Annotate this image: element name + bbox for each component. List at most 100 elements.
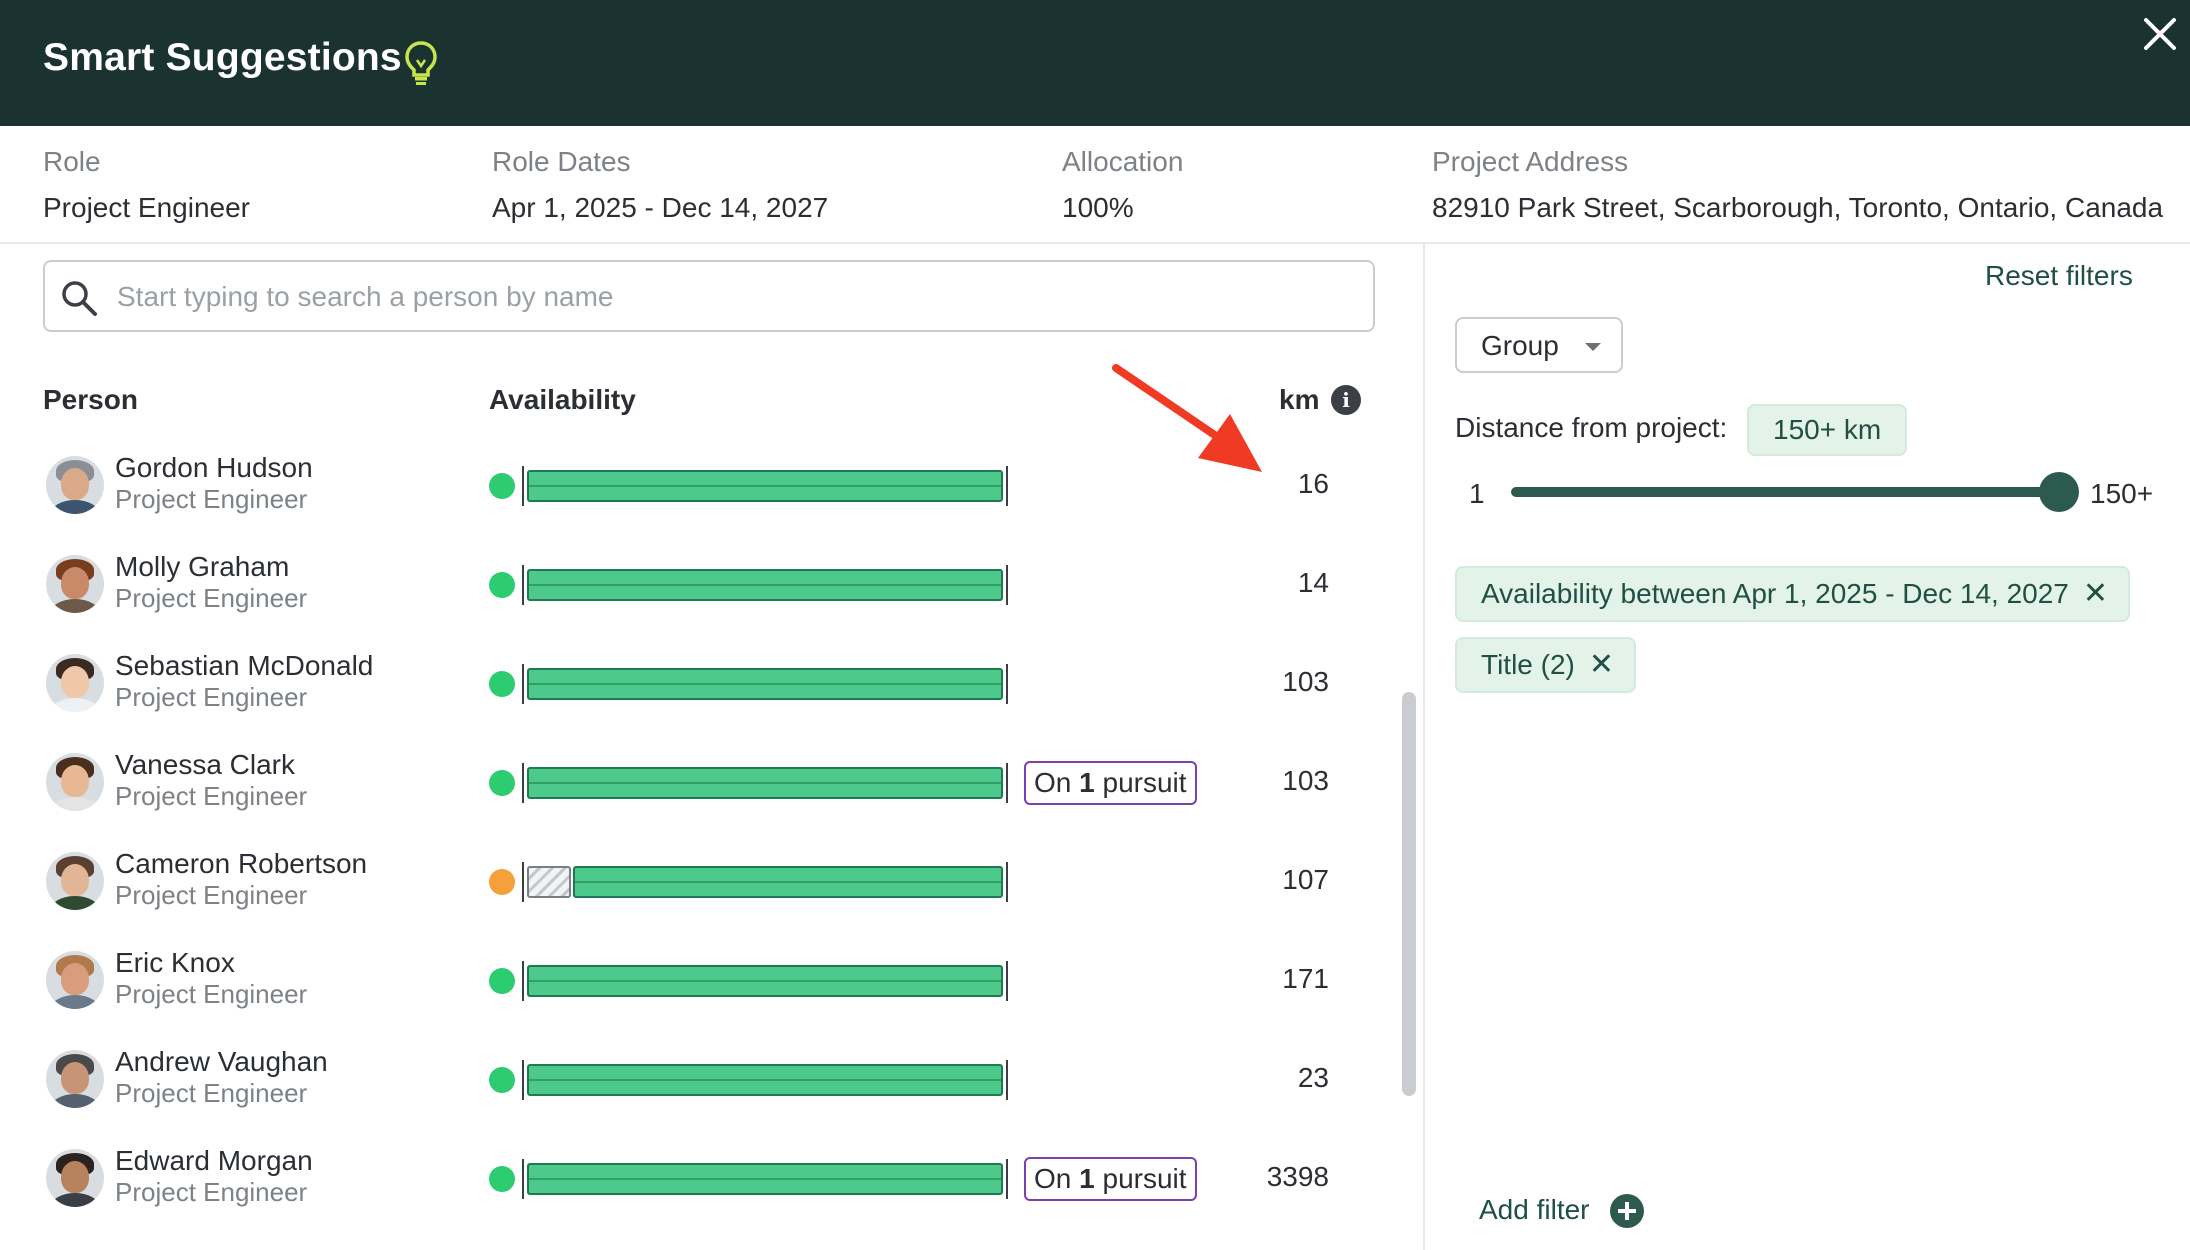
distance-km: 103 bbox=[1282, 666, 1329, 697]
person-name[interactable]: Eric Knox bbox=[115, 947, 235, 979]
project-address-value: 82910 Park Street, Scarborough, Toronto,… bbox=[1432, 192, 2164, 223]
people-panel: Person Availability km i Gordon HudsonPr… bbox=[0, 244, 1423, 1250]
avatar bbox=[46, 654, 104, 712]
distance-km: 107 bbox=[1282, 864, 1329, 895]
availability-status-dot bbox=[489, 770, 515, 796]
person-title: Project Engineer bbox=[115, 484, 308, 514]
availability-bar[interactable] bbox=[522, 466, 1008, 506]
project-address-label: Project Address bbox=[1432, 146, 1629, 177]
role-dates-label: Role Dates bbox=[492, 146, 631, 177]
person-name[interactable]: Molly Graham bbox=[115, 551, 289, 583]
group-dropdown[interactable]: Group bbox=[1455, 317, 1623, 373]
availability-bar[interactable] bbox=[522, 961, 1008, 1001]
distance-km: 14 bbox=[1297, 567, 1329, 598]
distance-slider-track[interactable] bbox=[1511, 487, 2059, 497]
distance-label: Distance from project: bbox=[1455, 412, 1728, 443]
distance-km: 23 bbox=[1297, 1062, 1329, 1093]
person-row[interactable]: Vanessa Clark Project Engineer On 1 pursui… bbox=[0, 731, 1400, 830]
avatar bbox=[46, 555, 104, 613]
project-address-field: Project Address 82910 Park Street, Scarb… bbox=[1432, 146, 2163, 224]
avatar bbox=[46, 1050, 104, 1108]
slider-min-label: 1 bbox=[1469, 478, 1485, 509]
km-column-header[interactable]: km bbox=[1279, 384, 1319, 416]
person-title: Project Engineer bbox=[115, 781, 308, 811]
availability-bar[interactable] bbox=[522, 1060, 1008, 1100]
avatar bbox=[46, 1149, 104, 1207]
title-filter-chip[interactable]: Title (2) ✕ bbox=[1455, 637, 1636, 693]
chevron-down-icon bbox=[1585, 343, 1601, 351]
availability-bar[interactable] bbox=[522, 664, 1008, 704]
role-dates-value: Apr 1, 2025 - Dec 14, 2027 bbox=[492, 192, 829, 223]
availability-status-dot bbox=[489, 1166, 515, 1192]
role-label: Role bbox=[43, 146, 101, 177]
allocation-label: Allocation bbox=[1062, 146, 1184, 177]
person-name[interactable]: Edward Morgan bbox=[115, 1145, 313, 1177]
person-name[interactable]: Gordon Hudson bbox=[115, 452, 313, 484]
distance-value-chip: 150+ km bbox=[1747, 404, 1908, 456]
availability-status-dot bbox=[489, 473, 515, 499]
availability-bar[interactable] bbox=[522, 862, 1008, 902]
unavailable-segment bbox=[527, 866, 571, 898]
avatar bbox=[46, 951, 104, 1009]
modal-title: Smart Suggestions bbox=[43, 36, 402, 79]
role-value: Project Engineer bbox=[43, 192, 251, 223]
avatar bbox=[46, 456, 104, 514]
role-info-bar: Role Project Engineer Role Dates Apr 1, … bbox=[0, 126, 2190, 244]
info-icon[interactable]: i bbox=[1331, 385, 1361, 415]
person-column-header[interactable]: Person bbox=[43, 384, 138, 416]
person-name[interactable]: Vanessa Clark bbox=[115, 749, 295, 781]
pursuit-badge[interactable]: On 1 pursuit bbox=[1024, 761, 1197, 805]
allocation-value: 100% bbox=[1062, 192, 1134, 223]
filters-panel: Reset filters Group Distance from projec… bbox=[1425, 244, 2190, 1250]
allocation-field: Allocation 100% bbox=[1062, 146, 1183, 224]
person-search[interactable] bbox=[43, 260, 1375, 332]
person-title: Project Engineer bbox=[115, 880, 308, 910]
availability-status-dot bbox=[489, 968, 515, 994]
person-title: Project Engineer bbox=[115, 1078, 308, 1108]
person-name[interactable]: Cameron Robertson bbox=[115, 848, 367, 880]
availability-status-dot bbox=[489, 1067, 515, 1093]
close-icon[interactable] bbox=[2142, 16, 2178, 52]
availability-filter-label: Availability between Apr 1, 2025 - Dec 1… bbox=[1481, 578, 2069, 609]
pursuit-badge[interactable]: On 1 pursuit bbox=[1024, 1157, 1197, 1201]
availability-status-dot bbox=[489, 671, 515, 697]
person-row[interactable]: Molly Graham Project Engineer 14 bbox=[0, 533, 1400, 632]
availability-bar[interactable] bbox=[522, 1159, 1008, 1199]
person-row[interactable]: Sebastian McDonald Project Engineer 103 bbox=[0, 632, 1400, 731]
slider-max-label: 150+ bbox=[2090, 478, 2154, 509]
role-dates-field: Role Dates Apr 1, 2025 - Dec 14, 2027 bbox=[492, 146, 828, 224]
person-row[interactable]: Cameron Robertson Project Engineer 107 bbox=[0, 830, 1400, 929]
search-icon bbox=[62, 281, 97, 316]
avatar bbox=[46, 753, 104, 811]
person-title: Project Engineer bbox=[115, 583, 308, 613]
person-name[interactable]: Andrew Vaughan bbox=[115, 1046, 328, 1078]
distance-km: 3398 bbox=[1266, 1161, 1329, 1192]
distance-km: 171 bbox=[1282, 963, 1329, 994]
person-row[interactable]: Edward Morgan Project Engineer On 1 pursui… bbox=[0, 1127, 1400, 1226]
availability-bar[interactable] bbox=[522, 565, 1008, 605]
search-input[interactable] bbox=[117, 274, 1357, 320]
person-name[interactable]: Sebastian McDonald bbox=[115, 650, 373, 682]
remove-filter-icon[interactable]: ✕ bbox=[1589, 639, 1614, 691]
availability-status-dot bbox=[489, 572, 515, 598]
person-row[interactable]: Gordon Hudson Project Engineer 16 bbox=[0, 434, 1400, 533]
role-field: Role Project Engineer bbox=[43, 146, 250, 224]
availability-column-header[interactable]: Availability bbox=[489, 384, 636, 416]
title-filter-label: Title (2) bbox=[1481, 649, 1575, 680]
distance-km: 16 bbox=[1297, 468, 1329, 499]
distance-slider-handle[interactable] bbox=[2039, 472, 2079, 512]
person-title: Project Engineer bbox=[115, 682, 308, 712]
person-title: Project Engineer bbox=[115, 979, 308, 1009]
add-filter-button[interactable]: Add filter bbox=[1479, 1194, 1590, 1226]
remove-filter-icon[interactable]: ✕ bbox=[2083, 568, 2108, 620]
distance-km: 103 bbox=[1282, 765, 1329, 796]
availability-status-dot bbox=[489, 869, 515, 895]
availability-filter-chip[interactable]: Availability between Apr 1, 2025 - Dec 1… bbox=[1455, 566, 2131, 622]
add-filter-plus-icon[interactable] bbox=[1610, 1194, 1644, 1228]
reset-filters-link[interactable]: Reset filters bbox=[1985, 260, 2133, 292]
group-dropdown-label: Group bbox=[1481, 330, 1559, 361]
scrollbar[interactable] bbox=[1402, 692, 1416, 1096]
person-row[interactable]: Andrew Vaughan Project Engineer 23 bbox=[0, 1028, 1400, 1127]
person-row[interactable]: Eric Knox Project Engineer 171 bbox=[0, 929, 1400, 1028]
availability-bar[interactable] bbox=[522, 763, 1008, 803]
